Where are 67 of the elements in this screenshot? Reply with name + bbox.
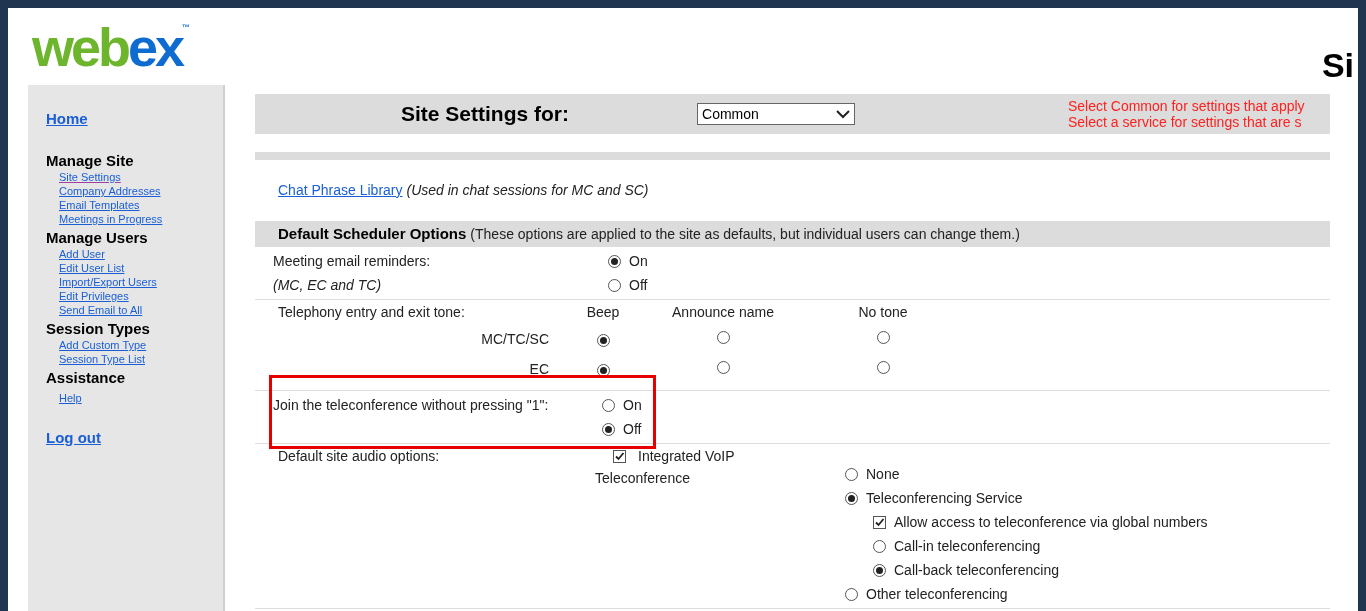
row-label: EC <box>529 359 550 379</box>
sidebar-link[interactable]: Send Email to All <box>59 303 143 317</box>
section-note: (These options are applied to the site as defaults, but individual users can change them.) <box>470 224 1020 244</box>
setting-sublabel: (MC, EC and TC) <box>273 275 383 295</box>
sidebar-link[interactable]: Import/Export Users <box>59 275 157 289</box>
radio-button[interactable] <box>716 360 730 374</box>
section-title: Default Scheduler Options <box>278 223 467 244</box>
teleconference-label: Teleconference <box>595 469 691 488</box>
sidebar-heading: Manage Site <box>46 151 135 170</box>
header-title: Site Settings for: <box>401 101 569 128</box>
option-label: On <box>623 395 642 415</box>
sidebar-link[interactable]: Site Settings <box>59 170 121 184</box>
radio-button[interactable] <box>845 467 858 481</box>
checkbox[interactable] <box>873 515 886 529</box>
sidebar-link[interactable]: Edit Privileges <box>59 289 129 303</box>
option-label: Teleconferencing Service <box>866 488 1023 508</box>
setting-label: Meeting email reminders: <box>273 251 432 271</box>
radio-button[interactable] <box>876 360 890 374</box>
option-label: Integrated VoIP <box>638 446 735 466</box>
radio-button[interactable] <box>602 422 615 436</box>
sidebar-heading: Session Types <box>46 319 151 338</box>
radio-button[interactable] <box>873 539 886 553</box>
radio-button[interactable] <box>716 330 730 344</box>
setting-label: Telephony entry and exit tone: <box>278 302 466 322</box>
sidebar-link[interactable]: Add User <box>59 247 105 261</box>
sidebar-heading: Manage Users <box>46 228 149 247</box>
radio-button[interactable] <box>596 333 610 347</box>
sidebar-link[interactable]: Help <box>59 391 82 405</box>
webex-logo: webex™ <box>32 20 191 74</box>
setting-label: Default site audio options: <box>278 447 441 466</box>
sidebar-link[interactable]: Company Addresses <box>59 184 161 198</box>
column-heading: Announce name <box>672 302 774 322</box>
radio-button[interactable] <box>608 278 621 292</box>
sidebar-heading: Assistance <box>46 368 127 387</box>
radio-button[interactable] <box>845 587 858 601</box>
radio-button[interactable] <box>873 563 886 577</box>
header-note: Select Common for settings that apply <box>1068 98 1306 114</box>
option-label: Off <box>623 419 642 439</box>
logout-link[interactable]: Log out <box>46 427 223 450</box>
option-label: Allow access to teleconference via global numbers <box>894 512 1208 532</box>
sidebar-link[interactable]: Session Type List <box>59 352 145 366</box>
chat-phrase-link[interactable]: Chat Phrase Library <box>278 180 403 201</box>
radio-button[interactable] <box>845 491 858 505</box>
column-heading: No tone <box>858 302 908 322</box>
option-label: None <box>866 464 900 484</box>
setting-label: Join the teleconference without pressing "1": <box>273 395 550 415</box>
checkbox[interactable] <box>613 449 626 463</box>
row-label: MC/TC/SC <box>481 329 550 349</box>
option-label: Call-back teleconferencing <box>894 560 1059 580</box>
header-note: Select a service for settings that are s <box>1068 114 1303 130</box>
radio-button[interactable] <box>876 330 890 344</box>
home-link[interactable]: Home <box>46 110 88 127</box>
radio-button[interactable] <box>602 398 615 412</box>
sidebar-link[interactable]: Meetings in Progress <box>59 212 163 226</box>
sidebar-link[interactable]: Add Custom Type <box>59 338 147 352</box>
radio-button[interactable] <box>608 254 621 268</box>
option-label: Call-in teleconferencing <box>894 536 1041 556</box>
chevron-icon <box>836 109 850 119</box>
option-label: Other teleconferencing <box>866 584 1008 604</box>
page-title: Si <box>1321 45 1355 86</box>
column-heading: Beep <box>586 302 620 322</box>
chat-phrase-note: (Used in chat sessions for MC and SC) <box>406 181 649 200</box>
sidebar-link[interactable]: Edit User List <box>59 261 125 275</box>
option-label: On <box>629 251 648 271</box>
sidebar-link[interactable]: Email Templates <box>59 198 140 212</box>
service-select[interactable]: Common <box>697 103 855 125</box>
option-label: Off <box>629 275 648 295</box>
